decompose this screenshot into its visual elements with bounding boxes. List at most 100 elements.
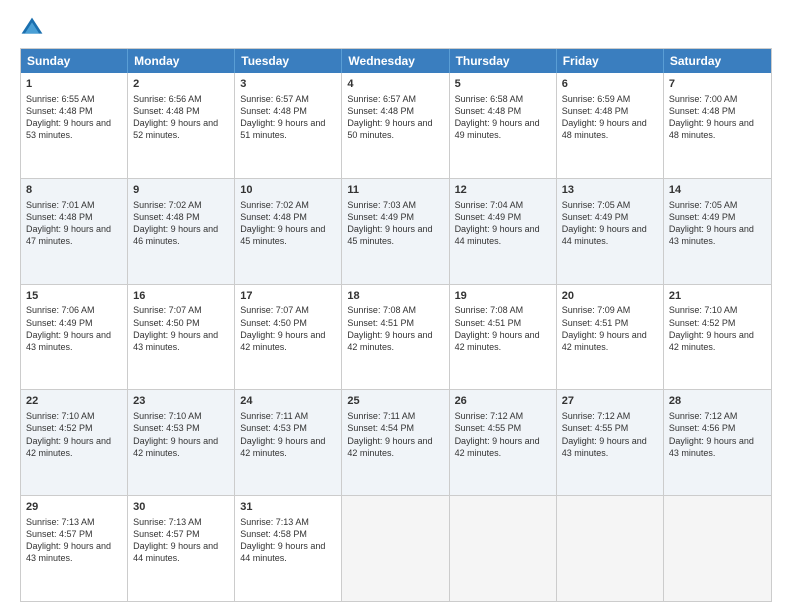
daylight: Daylight: 9 hours and 42 minutes. — [455, 436, 540, 458]
daylight: Daylight: 9 hours and 42 minutes. — [669, 330, 754, 352]
daylight: Daylight: 9 hours and 45 minutes. — [347, 224, 432, 246]
daylight: Daylight: 9 hours and 42 minutes. — [455, 330, 540, 352]
sunset: Sunset: 4:48 PM — [669, 106, 736, 116]
day-cell: 27Sunrise: 7:12 AMSunset: 4:55 PMDayligh… — [557, 390, 664, 495]
day-number: 16 — [133, 289, 229, 304]
day-number: 22 — [26, 394, 122, 409]
sunrise: Sunrise: 7:13 AM — [240, 517, 309, 527]
sunrise: Sunrise: 7:05 AM — [562, 200, 631, 210]
day-cell: 21Sunrise: 7:10 AMSunset: 4:52 PMDayligh… — [664, 285, 771, 390]
empty-cell — [450, 496, 557, 601]
weekday-header: Thursday — [450, 49, 557, 73]
sunrise: Sunrise: 7:02 AM — [240, 200, 309, 210]
calendar-row: 29Sunrise: 7:13 AMSunset: 4:57 PMDayligh… — [21, 495, 771, 601]
sunrise: Sunrise: 7:10 AM — [133, 411, 202, 421]
day-number: 5 — [455, 77, 551, 92]
day-number: 28 — [669, 394, 766, 409]
day-number: 1 — [26, 77, 122, 92]
daylight: Daylight: 9 hours and 42 minutes. — [240, 330, 325, 352]
sunset: Sunset: 4:56 PM — [669, 423, 736, 433]
sunset: Sunset: 4:48 PM — [26, 212, 93, 222]
day-cell: 20Sunrise: 7:09 AMSunset: 4:51 PMDayligh… — [557, 285, 664, 390]
day-cell: 3Sunrise: 6:57 AMSunset: 4:48 PMDaylight… — [235, 73, 342, 178]
day-number: 27 — [562, 394, 658, 409]
sunrise: Sunrise: 6:58 AM — [455, 94, 524, 104]
day-cell: 4Sunrise: 6:57 AMSunset: 4:48 PMDaylight… — [342, 73, 449, 178]
sunrise: Sunrise: 7:11 AM — [347, 411, 415, 421]
weekday-header: Sunday — [21, 49, 128, 73]
daylight: Daylight: 9 hours and 50 minutes. — [347, 118, 432, 140]
sunrise: Sunrise: 7:08 AM — [347, 305, 416, 315]
daylight: Daylight: 9 hours and 44 minutes. — [455, 224, 540, 246]
sunrise: Sunrise: 7:06 AM — [26, 305, 95, 315]
day-number: 2 — [133, 77, 229, 92]
daylight: Daylight: 9 hours and 45 minutes. — [240, 224, 325, 246]
sunset: Sunset: 4:58 PM — [240, 529, 307, 539]
calendar-row: 8Sunrise: 7:01 AMSunset: 4:48 PMDaylight… — [21, 178, 771, 284]
day-number: 15 — [26, 289, 122, 304]
sunset: Sunset: 4:48 PM — [133, 106, 200, 116]
sunrise: Sunrise: 7:07 AM — [133, 305, 202, 315]
day-cell: 12Sunrise: 7:04 AMSunset: 4:49 PMDayligh… — [450, 179, 557, 284]
calendar-row: 1 Sunrise: 6:55 AM Sunset: 4:48 PM Daylight… — [21, 73, 771, 178]
sunset: Sunset: 4:50 PM — [240, 318, 307, 328]
sunrise: Sunrise: 7:13 AM — [133, 517, 202, 527]
daylight: Daylight: 9 hours and 49 minutes. — [455, 118, 540, 140]
sunset: Sunset: 4:48 PM — [562, 106, 629, 116]
weekday-header: Saturday — [664, 49, 771, 73]
day-cell: 15Sunrise: 7:06 AMSunset: 4:49 PMDayligh… — [21, 285, 128, 390]
daylight: Daylight: 9 hours and 44 minutes. — [240, 541, 325, 563]
sunset: Sunset: 4:48 PM — [240, 106, 307, 116]
sunset: Sunset: 4:55 PM — [562, 423, 629, 433]
day-number: 3 — [240, 77, 336, 92]
sunset: Sunset: 4:49 PM — [347, 212, 414, 222]
calendar: SundayMondayTuesdayWednesdayThursdayFrid… — [20, 48, 772, 602]
day-cell: 28Sunrise: 7:12 AMSunset: 4:56 PMDayligh… — [664, 390, 771, 495]
day-number: 4 — [347, 77, 443, 92]
day-cell: 2Sunrise: 6:56 AMSunset: 4:48 PMDaylight… — [128, 73, 235, 178]
daylight: Daylight: 9 hours and 43 minutes. — [26, 541, 111, 563]
sunset: Sunset: 4:48 PM — [455, 106, 522, 116]
daylight: Daylight: 9 hours and 42 minutes. — [347, 330, 432, 352]
day-number: 24 — [240, 394, 336, 409]
sunrise: Sunrise: 6:55 AM — [26, 94, 95, 104]
sunrise: Sunrise: 6:57 AM — [347, 94, 416, 104]
sunrise: Sunrise: 7:12 AM — [455, 411, 524, 421]
day-cell: 25Sunrise: 7:11 AMSunset: 4:54 PMDayligh… — [342, 390, 449, 495]
sunrise: Sunrise: 7:10 AM — [669, 305, 738, 315]
daylight: Daylight: 9 hours and 44 minutes. — [562, 224, 647, 246]
empty-cell — [664, 496, 771, 601]
day-number: 23 — [133, 394, 229, 409]
sunset: Sunset: 4:55 PM — [455, 423, 522, 433]
sunset: Sunset: 4:51 PM — [347, 318, 414, 328]
daylight: Daylight: 9 hours and 43 minutes. — [26, 330, 111, 352]
sunrise: Sunrise: 6:57 AM — [240, 94, 309, 104]
day-cell: 16Sunrise: 7:07 AMSunset: 4:50 PMDayligh… — [128, 285, 235, 390]
day-number: 25 — [347, 394, 443, 409]
calendar-row: 22Sunrise: 7:10 AMSunset: 4:52 PMDayligh… — [21, 389, 771, 495]
day-number: 21 — [669, 289, 766, 304]
day-cell: 6Sunrise: 6:59 AMSunset: 4:48 PMDaylight… — [557, 73, 664, 178]
day-number: 31 — [240, 500, 336, 515]
day-cell: 17Sunrise: 7:07 AMSunset: 4:50 PMDayligh… — [235, 285, 342, 390]
daylight: Daylight: 9 hours and 47 minutes. — [26, 224, 111, 246]
sunrise: Sunrise: 7:00 AM — [669, 94, 738, 104]
sunrise: Sunrise: 7:03 AM — [347, 200, 416, 210]
daylight: Daylight: 9 hours and 42 minutes. — [240, 436, 325, 458]
sunrise: Sunrise: 7:09 AM — [562, 305, 631, 315]
sunrise: Sunrise: 6:59 AM — [562, 94, 631, 104]
daylight: Daylight: 9 hours and 43 minutes. — [133, 330, 218, 352]
day-cell: 1Sunrise: 6:55 AMSunset: 4:48 PMDaylight… — [21, 73, 128, 178]
day-cell: 30Sunrise: 7:13 AMSunset: 4:57 PMDayligh… — [128, 496, 235, 601]
day-cell: 13Sunrise: 7:05 AMSunset: 4:49 PMDayligh… — [557, 179, 664, 284]
daylight: Daylight: 9 hours and 42 minutes. — [133, 436, 218, 458]
daylight: Daylight: 9 hours and 43 minutes. — [669, 224, 754, 246]
calendar-body: 1 Sunrise: 6:55 AM Sunset: 4:48 PM Daylight… — [21, 73, 771, 601]
sunset: Sunset: 4:49 PM — [562, 212, 629, 222]
day-cell: 19Sunrise: 7:08 AMSunset: 4:51 PMDayligh… — [450, 285, 557, 390]
daylight: Daylight: 9 hours and 43 minutes. — [562, 436, 647, 458]
day-cell: 5 Sunrise: 6:58 AM Sunset: 4:48 PM Daylight… — [450, 73, 557, 178]
sunrise: Sunrise: 7:13 AM — [26, 517, 95, 527]
day-number: 17 — [240, 289, 336, 304]
daylight: Daylight: 9 hours and 43 minutes. — [669, 436, 754, 458]
